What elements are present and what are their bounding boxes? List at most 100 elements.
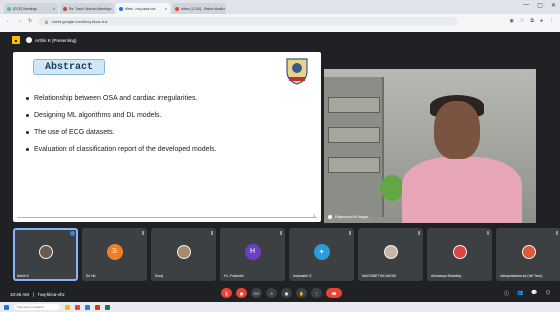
participant-tile[interactable]: ⁑ Aishwarya Bharathy [427,228,492,281]
participant-tile[interactable]: ⁑ Suraj [151,228,216,281]
participant-name: Suraj [155,274,163,278]
mic-muted-icon: ⁑ [142,231,144,236]
participant-photo [38,244,53,259]
participant-avatar: H [244,243,261,260]
call-controls: 🎙 ◼ CC ☺ ▣ ✋ ⋮ ☎ [221,288,342,298]
mic-muted-icon: ⁑ [211,231,213,236]
lock-icon: 🔒 [44,18,50,24]
browser-tab[interactable]: [GCE] Meetings × [4,3,58,14]
speaker-name-label: Rajeshwari M Hegde [328,215,368,219]
participant-photo [176,244,191,259]
participant-avatar: S [106,243,123,260]
mic-toggle-button[interactable]: 🎙 [221,288,232,298]
slide-bullet: Evaluation of classification report of t… [26,146,217,153]
reactions-button[interactable]: ☺ [266,288,277,298]
slide-footer-line [17,217,317,218]
participant-name: shivaprakasha.ka (Vel Tech) [500,274,543,278]
camera-toggle-button[interactable]: ◼ [236,288,247,298]
close-tab-icon[interactable]: × [165,6,167,11]
people-icon[interactable]: 👥 [517,290,523,297]
plant [380,175,404,201]
star-icon[interactable]: ☆ [520,18,524,24]
address-bar[interactable]: 🔒 meet.google.com/hvq-kkca-vhz [38,16,459,26]
captions-button[interactable]: CC [251,288,262,298]
speaker-body [402,157,522,223]
browser-tab-active[interactable]: Meet - hvq-kkca-vhz × [116,3,170,14]
slide-bullet-list: Relationship between OSA and cardiac irr… [26,95,217,163]
activities-icon[interactable]: ⬡ [546,290,550,297]
mic-muted-icon: ⁑ [349,231,351,236]
participant-tile[interactable]: ⁑ MACHINETHA NAYAK [358,228,423,281]
chrome-icon[interactable] [75,304,80,310]
file-explorer-icon[interactable] [65,304,70,310]
more-options-icon[interactable]: ⋮ [524,73,528,78]
participant-name: MACHINETHA NAYAK [362,274,397,278]
maximize-icon[interactable]: ▢ [537,2,543,9]
meeting-code: hvq-kkca-vhz [38,291,65,297]
close-window-icon[interactable]: ✕ [551,2,556,9]
university-crest-icon [286,58,308,85]
end-call-button[interactable]: ☎ [326,288,342,298]
pin-icon[interactable] [70,231,75,236]
presenter-chip[interactable]: Arthik K (Presenting) [26,37,77,43]
participant-tile[interactable]: ⁑ H H L Prakruthi [220,228,285,281]
presenter-icon [26,37,32,43]
minimize-icon[interactable]: — [523,2,529,9]
participant-tile[interactable]: ⁑ shivaprakasha.ka (Vel Tech) [496,228,560,281]
participant-name: Aishwarya Bharathy [431,274,462,278]
more-options-button[interactable]: ⋮ [311,288,322,298]
participant-name: Sri Ha [86,274,96,278]
profile-icon[interactable]: ● [540,18,543,24]
mic-icon [328,215,332,219]
presenter-label: Arthik K (Presenting) [35,37,77,43]
slide-bullet: Relationship between OSA and cardiac irr… [26,95,217,102]
speaker-face [434,101,480,159]
participant-name: Arthik K [17,274,29,278]
close-tab-icon[interactable]: × [53,6,55,11]
back-icon[interactable]: ← [6,18,11,24]
close-tab-icon[interactable]: × [110,6,112,11]
participant-tile[interactable]: ⁑ S Sri Ha [82,228,147,281]
present-button[interactable]: ▣ [281,288,292,298]
participant-tile[interactable]: ⁑ ✦ Indumathi G [289,228,354,281]
participant-photo [452,244,467,259]
mic-muted-icon: ⁑ [280,231,282,236]
taskbar-search[interactable]: Type here to search [14,304,60,310]
chat-icon[interactable]: 💬 [531,290,537,297]
window-controls: — ▢ ✕ [523,2,556,9]
reload-icon[interactable]: ↻ [28,18,32,24]
powerpoint-icon[interactable] [95,304,100,310]
forward-icon[interactable]: → [17,18,22,24]
speaker-video-tile[interactable]: ⋮ [324,69,536,223]
windows-taskbar: Type here to search [0,302,560,312]
participant-name: H L Prakruthi [224,274,244,278]
menu-icon[interactable]: ⋮ [549,18,554,24]
browser-tab[interactable]: Re: Track Session Meeting × [60,3,114,14]
participant-logo-icon: ✦ [313,243,330,260]
outlook-icon[interactable] [85,304,90,310]
participant-photo [521,244,536,259]
browser-tab-strip: [GCE] Meetings × Re: Track Session Meetin… [0,0,560,14]
mic-muted-icon: ⁑ [418,231,420,236]
camera-icon[interactable]: ◉ [510,18,514,24]
close-tab-icon[interactable]: × [223,6,225,11]
participant-tile[interactable]: Arthik K [13,228,78,281]
slide-heading: Abstract [33,59,105,75]
shelf [328,157,380,173]
meet-logo-icon: ■ [12,36,20,44]
toolbar-icons: ◉ ☆ ⧉ ● ⋮ [510,18,554,24]
mic-muted-icon: ⁑ [556,231,558,236]
extensions-icon[interactable]: ⧉ [530,18,534,24]
shelf [328,97,380,113]
presentation-slide: Abstract Relationship between OSA and ca… [13,52,321,222]
info-icon[interactable]: ⓘ [504,290,509,297]
excel-icon[interactable] [105,304,110,310]
address-toolbar: ← → ↻ 🔒 meet.google.com/hvq-kkca-vhz ◉ ☆… [0,14,560,28]
start-icon[interactable] [4,304,9,310]
slide-bullet: Designing ML algorithms and DL models. [26,112,217,119]
browser-tab[interactable]: Inbox (1,234) - Ratna Manik × [172,3,226,14]
raise-hand-button[interactable]: ✋ [296,288,307,298]
url-text: meet.google.com/hvq-kkca-vhz [52,18,108,24]
shelf [328,127,380,143]
side-controls: ⓘ 👥 💬 ⬡ [504,290,550,297]
